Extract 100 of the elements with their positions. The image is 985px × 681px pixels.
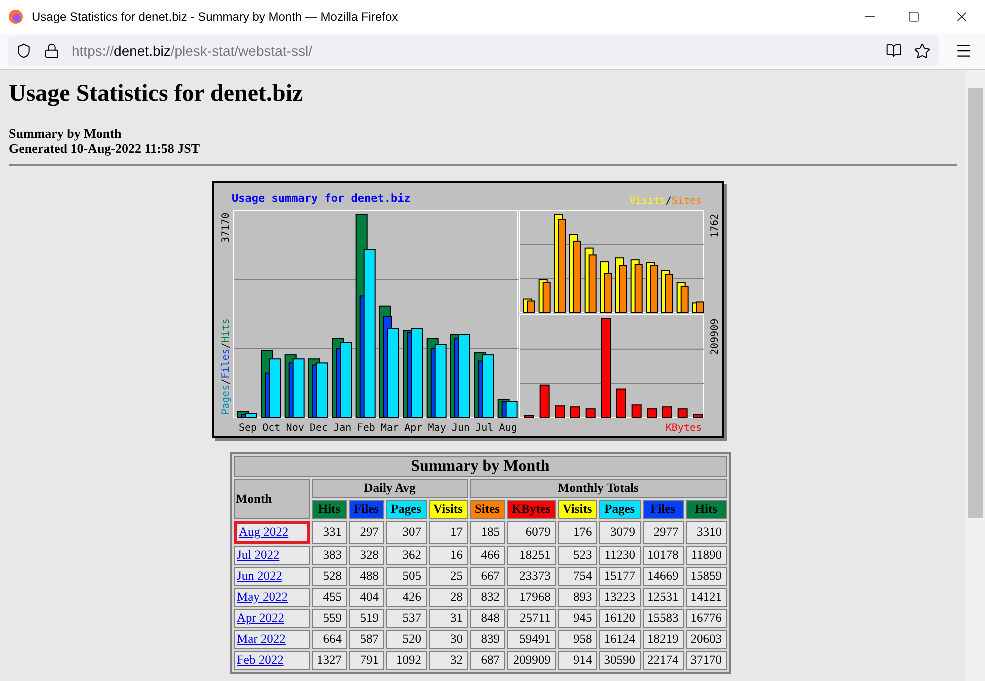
table-cell: 15177 bbox=[599, 567, 640, 586]
column-header: Visits bbox=[428, 500, 468, 519]
window-title: Usage Statistics for denet.biz - Summary by Month — Mozilla Firefox bbox=[32, 8, 400, 26]
bookmark-star-icon[interactable] bbox=[914, 42, 931, 60]
table-cell: 3079 bbox=[599, 521, 640, 544]
column-header: Month bbox=[234, 479, 310, 519]
table-cell: 848 bbox=[470, 609, 505, 628]
table-cell: 839 bbox=[470, 630, 505, 649]
table-cell: 559 bbox=[312, 609, 347, 628]
table-cell: 6079 bbox=[506, 521, 556, 544]
table-cell: 15859 bbox=[686, 567, 727, 586]
address-bar[interactable]: https://denet.biz/plesk-stat/webstat-ssl/ bbox=[8, 36, 939, 66]
column-group-header: Monthly Totals bbox=[470, 479, 727, 498]
sites-bar bbox=[588, 254, 597, 314]
table-cell: 11890 bbox=[686, 546, 727, 565]
month-link[interactable]: Apr 2022 bbox=[236, 611, 285, 625]
table-cell: 523 bbox=[558, 546, 598, 565]
table-cell: 14121 bbox=[686, 588, 727, 607]
month-label: Feb bbox=[357, 423, 376, 434]
month-link[interactable]: Feb 2022 bbox=[236, 653, 284, 667]
pages-bar bbox=[269, 358, 282, 418]
table-cell: 16 bbox=[428, 546, 468, 565]
kbytes-bar bbox=[570, 406, 580, 418]
table-cell: 17 bbox=[428, 521, 468, 544]
table-cell: 383 bbox=[312, 546, 347, 565]
month-label: Dec bbox=[310, 423, 328, 434]
table-cell: 488 bbox=[348, 567, 384, 586]
column-header: Pages bbox=[599, 500, 640, 519]
sites-bar bbox=[542, 282, 551, 314]
month-link[interactable]: Mar 2022 bbox=[236, 632, 286, 646]
table-cell: 687 bbox=[470, 651, 505, 670]
table-cell: 31 bbox=[428, 609, 468, 628]
table-cell: 519 bbox=[348, 609, 384, 628]
kbytes-bar bbox=[647, 408, 658, 418]
month-label: Nov bbox=[286, 423, 304, 434]
table-cell: 28 bbox=[428, 588, 468, 607]
table-cell: 59491 bbox=[506, 630, 556, 649]
table-cell: 22174 bbox=[642, 651, 684, 670]
reader-view-icon[interactable] bbox=[886, 43, 902, 59]
month-link[interactable]: May 2022 bbox=[236, 590, 288, 604]
table-cell: 297 bbox=[348, 521, 384, 544]
column-group-header: Daily Avg bbox=[312, 479, 468, 498]
table-cell: 209909 bbox=[506, 651, 556, 670]
table-cell: 587 bbox=[348, 630, 384, 649]
column-header: Pages bbox=[386, 500, 427, 519]
table-cell: 754 bbox=[558, 567, 598, 586]
month-label: Apr bbox=[404, 423, 423, 434]
table-cell: 25711 bbox=[506, 609, 556, 628]
pages-bar bbox=[246, 413, 258, 418]
table-cell: 893 bbox=[558, 588, 598, 607]
table-cell: 528 bbox=[312, 567, 347, 586]
page-heading: Usage Statistics for denet.biz bbox=[9, 80, 304, 108]
sites-bar bbox=[634, 264, 643, 314]
month-link[interactable]: Jun 2022 bbox=[236, 569, 282, 583]
kbytes-bar bbox=[540, 384, 550, 418]
month-label: Jul bbox=[476, 423, 494, 434]
chart-legend: KBytes bbox=[666, 423, 702, 434]
table-cell: 791 bbox=[348, 651, 384, 670]
table-cell: 664 bbox=[312, 630, 347, 649]
table-cell: 185 bbox=[470, 521, 505, 544]
kbytes-bar bbox=[662, 406, 672, 418]
kbytes-bar bbox=[555, 406, 566, 418]
lock-icon[interactable] bbox=[44, 43, 60, 59]
sites-bar bbox=[680, 286, 689, 314]
table-cell: 32 bbox=[428, 651, 468, 670]
table-cell: 30590 bbox=[599, 651, 640, 670]
table-cell: 10178 bbox=[642, 546, 684, 565]
month-label: Jan bbox=[334, 423, 352, 434]
maximize-icon[interactable] bbox=[908, 10, 920, 22]
month-link[interactable]: Jul 2022 bbox=[236, 548, 280, 562]
column-header: Files bbox=[348, 500, 384, 519]
column-header: Visits bbox=[558, 500, 598, 519]
table-cell: 20603 bbox=[686, 630, 727, 649]
month-label: Sep bbox=[238, 423, 258, 434]
table-cell: 15583 bbox=[642, 609, 684, 628]
kbytes-bar bbox=[693, 414, 704, 418]
scrollbar[interactable] bbox=[966, 70, 985, 681]
table-cell: 16124 bbox=[599, 630, 640, 649]
table-cell: 176 bbox=[558, 521, 598, 544]
menu-icon[interactable] bbox=[955, 42, 973, 60]
generated-date: Generated 10-Aug-2022 11:58 JST bbox=[9, 141, 202, 156]
column-header: Files bbox=[642, 500, 684, 519]
kbytes-bar bbox=[586, 408, 596, 418]
shield-icon[interactable] bbox=[16, 43, 32, 59]
month-label: Mar bbox=[380, 423, 400, 434]
table-cell: 3310 bbox=[686, 521, 727, 544]
pages-bar bbox=[482, 354, 494, 418]
table-cell: 362 bbox=[386, 546, 427, 565]
browser-logo-icon bbox=[8, 8, 24, 24]
column-header: Sites bbox=[470, 500, 505, 519]
month-label: Aug bbox=[499, 423, 518, 434]
month-link[interactable]: Aug 2022 bbox=[238, 525, 289, 539]
table-cell: 307 bbox=[386, 521, 427, 544]
table-cell: 537 bbox=[386, 609, 427, 628]
sites-bar bbox=[528, 300, 536, 314]
month-label: Jun bbox=[452, 423, 470, 434]
table-cell: 23373 bbox=[506, 567, 556, 586]
chart-title: Usage summary for denet.biz bbox=[232, 192, 411, 205]
table-cell: 404 bbox=[348, 588, 384, 607]
table-cell: 331 bbox=[312, 521, 347, 544]
